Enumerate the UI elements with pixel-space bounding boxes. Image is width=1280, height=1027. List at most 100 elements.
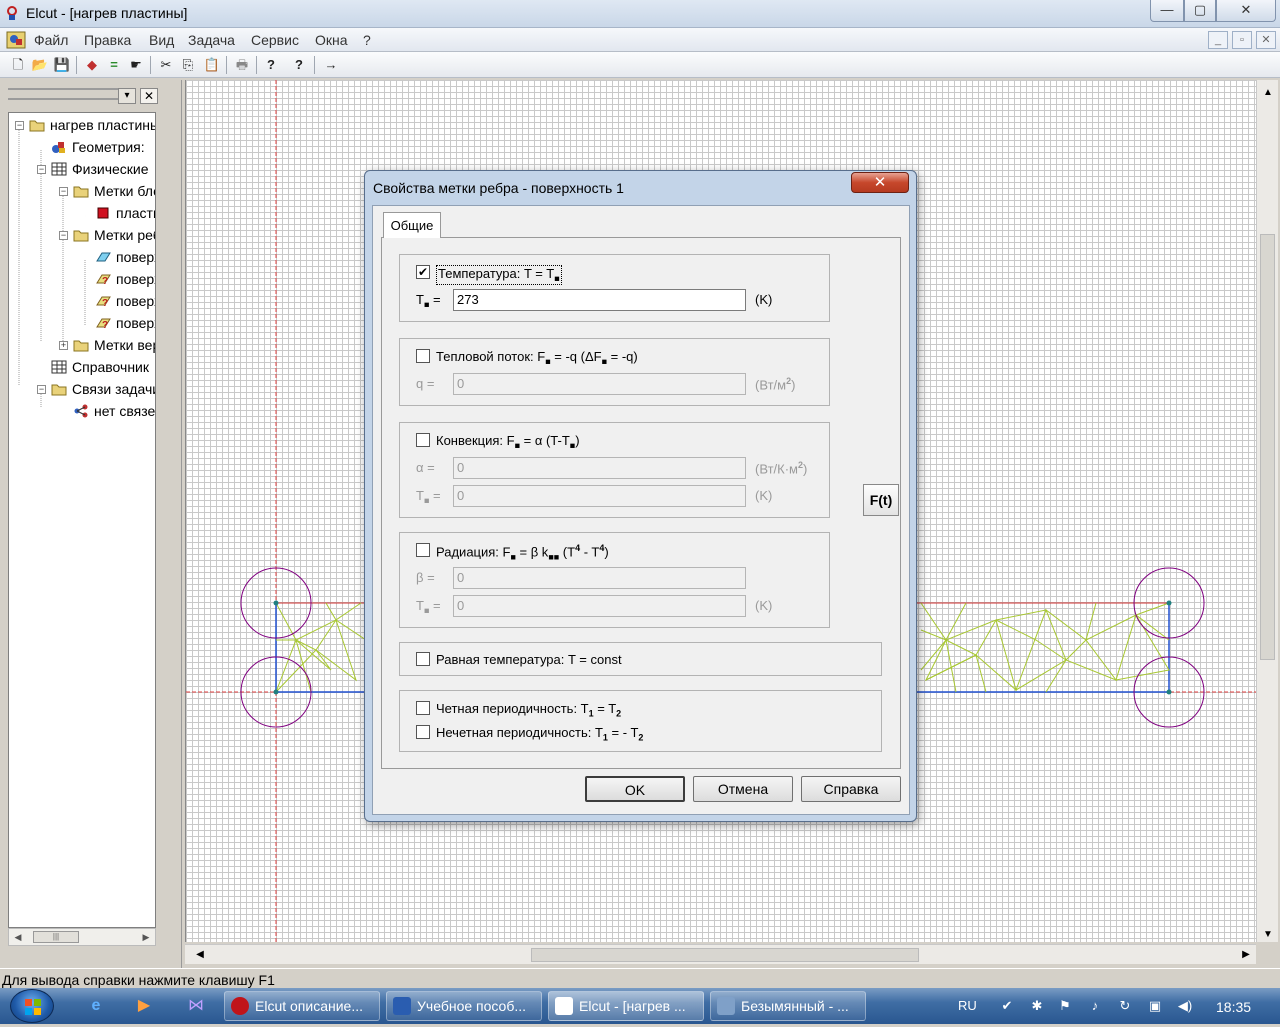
maximize-button[interactable]: ▢	[1184, 0, 1216, 22]
scroll-up-icon[interactable]: ▲	[1259, 84, 1277, 102]
close-button[interactable]: ✕	[1216, 0, 1276, 22]
problem-tree[interactable]: − нагрев пластины Геометрия: − Физические − Ме…	[8, 112, 156, 928]
document-icon[interactable]	[6, 31, 26, 49]
temperature-input[interactable]: 273	[453, 289, 746, 311]
menu-task[interactable]: Задача	[184, 31, 239, 49]
menu-file[interactable]: Файл	[30, 31, 72, 49]
tree-item[interactable]: Метки блоков	[73, 181, 155, 201]
heat-flux-input[interactable]: 0	[453, 373, 746, 395]
help-button[interactable]: Справка	[801, 776, 901, 802]
network-icon[interactable]: ▣	[1146, 997, 1164, 1015]
alpha-input[interactable]: 0	[453, 457, 746, 479]
tree-expander[interactable]: +	[59, 341, 68, 350]
panel-close-button[interactable]: ✕	[140, 88, 158, 104]
context-help-icon[interactable]: ?	[289, 55, 309, 75]
help-icon[interactable]: ?	[261, 55, 281, 75]
panel-dropdown-button[interactable]: ▾	[118, 88, 136, 104]
tree-item[interactable]: Метки ребер	[73, 225, 155, 245]
tree-item[interactable]: Физические	[51, 159, 149, 179]
mdi-close-button[interactable]: ✕	[1256, 31, 1276, 49]
hand-icon[interactable]: ☛	[126, 55, 146, 75]
volume-icon[interactable]: ◀)	[1176, 997, 1194, 1015]
tree-item[interactable]: поверхность 1	[95, 247, 155, 267]
scroll-thumb[interactable]	[531, 948, 919, 962]
paste-icon[interactable]: 📋	[202, 55, 222, 75]
vs-icon[interactable]: ⋈	[184, 994, 208, 1018]
task-opera[interactable]: Elcut описание...	[224, 991, 380, 1021]
tree-expander[interactable]: −	[15, 121, 24, 130]
tray-check-icon[interactable]: ✔	[998, 997, 1016, 1015]
mdi-restore-button[interactable]: ▫	[1232, 31, 1252, 49]
canvas-vertical-scrollbar[interactable]: ▲ ▼	[1256, 80, 1278, 942]
language-indicator[interactable]: RU	[958, 998, 977, 1013]
cancel-button[interactable]: Отмена	[693, 776, 793, 802]
tree-item[interactable]: пластина	[95, 203, 155, 223]
menu-windows[interactable]: Окна	[311, 31, 352, 49]
tree-item[interactable]: ? поверхность 2	[95, 269, 155, 289]
radiation-t-input[interactable]: 0	[453, 595, 746, 617]
save-icon[interactable]: 💾	[52, 55, 72, 75]
arrow-right-icon[interactable]: →	[321, 55, 341, 75]
menu-edit[interactable]: Правка	[80, 31, 135, 49]
temperature-checkbox[interactable]: ✔	[416, 265, 430, 279]
flag-icon[interactable]: ⚑	[1056, 997, 1074, 1015]
tree-item[interactable]: ? поверхность 4	[95, 313, 155, 333]
open-icon[interactable]: 📂	[30, 55, 50, 75]
scroll-right-icon[interactable]: ▶	[1237, 946, 1255, 964]
word-icon	[393, 997, 411, 1015]
scroll-left-icon[interactable]: ◀	[191, 946, 209, 964]
heat-flux-checkbox[interactable]	[416, 349, 430, 363]
ok-button[interactable]: OK	[585, 776, 685, 802]
time-function-button[interactable]: F(t)	[863, 484, 899, 516]
new-icon[interactable]: 🗋	[8, 55, 28, 75]
scroll-left-icon[interactable]: ◀	[11, 930, 25, 944]
scroll-right-icon[interactable]: ▶	[139, 930, 153, 944]
tree-item[interactable]: Справочник	[51, 357, 149, 377]
tree-expander[interactable]: −	[37, 165, 46, 174]
task-elcut[interactable]: Elcut - [нагрев ...	[548, 991, 704, 1021]
menu-service[interactable]: Сервис	[247, 31, 303, 49]
tray-update-icon[interactable]: ↻	[1116, 997, 1134, 1015]
start-button[interactable]	[10, 989, 54, 1023]
print-icon[interactable]: 🖶	[232, 55, 252, 75]
media-player-icon[interactable]: ▶	[132, 994, 156, 1018]
tree-expander[interactable]: −	[59, 231, 68, 240]
menu-help[interactable]: ?	[359, 31, 375, 49]
tree-item[interactable]: ? поверхность 3	[95, 291, 155, 311]
geometry-icon[interactable]: ◆	[82, 55, 102, 75]
mdi-minimize-button[interactable]: _	[1208, 31, 1228, 49]
tray-pin-icon[interactable]: ✱	[1028, 997, 1046, 1015]
scroll-thumb[interactable]: |||	[33, 931, 79, 943]
speaker-icon[interactable]: ♪	[1086, 997, 1104, 1015]
cut-icon[interactable]: ✂	[156, 55, 176, 75]
odd-periodicity-checkbox[interactable]	[416, 725, 430, 739]
radiation-checkbox[interactable]	[416, 543, 430, 557]
scroll-down-icon[interactable]: ▼	[1259, 926, 1277, 944]
convection-t-input[interactable]: 0	[453, 485, 746, 507]
dialog-close-button[interactable]: ✕	[851, 172, 909, 193]
tree-horizontal-scrollbar[interactable]: ◀ ||| ▶	[8, 928, 156, 946]
copy-icon[interactable]: ⎘	[178, 55, 198, 75]
tree-expander[interactable]: −	[37, 385, 46, 394]
scroll-thumb[interactable]	[1260, 234, 1275, 660]
task-paint[interactable]: Безымянный - ...	[710, 991, 866, 1021]
clock[interactable]: 18:35	[1216, 999, 1251, 1015]
tree-item[interactable]: нагрев пластины	[29, 115, 155, 135]
even-periodicity-checkbox[interactable]	[416, 701, 430, 715]
equal-temperature-checkbox[interactable]	[416, 652, 430, 666]
tree-item[interactable]: Метки вершин	[73, 335, 155, 355]
tab-general[interactable]: Общие	[383, 212, 441, 238]
ie-icon[interactable]: e	[84, 994, 108, 1018]
panel-grip[interactable]	[8, 88, 118, 100]
tree-item[interactable]: Связи задачи	[51, 379, 155, 399]
task-word[interactable]: Учебное пособ...	[386, 991, 542, 1021]
tree-expander[interactable]: −	[59, 187, 68, 196]
minimize-button[interactable]: —	[1150, 0, 1184, 22]
beta-input[interactable]: 0	[453, 567, 746, 589]
convection-checkbox[interactable]	[416, 433, 430, 447]
canvas-horizontal-scrollbar[interactable]: ◀ ▶	[185, 944, 1256, 964]
tree-item[interactable]: нет связей	[73, 401, 155, 421]
menu-view[interactable]: Вид	[145, 31, 178, 49]
equals-icon[interactable]: =	[104, 55, 124, 75]
tree-item[interactable]: Геометрия:	[51, 137, 145, 157]
